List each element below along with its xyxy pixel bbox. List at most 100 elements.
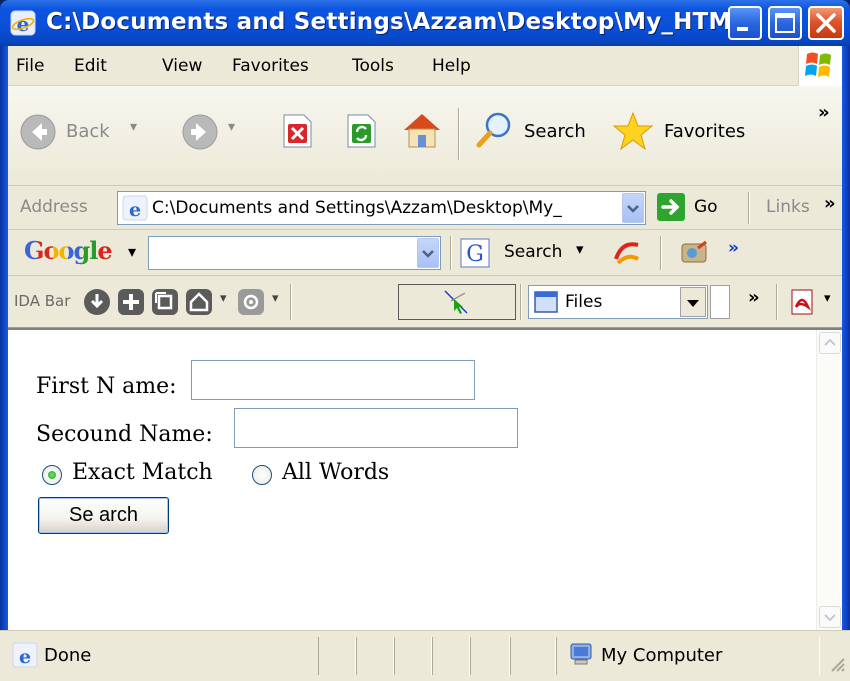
address-label: Address xyxy=(20,197,88,217)
menu-tools[interactable]: Tools xyxy=(352,56,394,76)
stop-icon xyxy=(283,114,312,148)
close-icon xyxy=(816,13,836,33)
ida-toolbar: IDA Bar ▾ ▾ Files » ▾ xyxy=(8,276,842,328)
toolbar-chevron-icon[interactable]: » xyxy=(818,102,830,123)
ida-settings-button[interactable] xyxy=(238,289,264,315)
windows-icon xyxy=(155,292,173,310)
status-text: Done xyxy=(44,645,92,666)
menu-view[interactable]: View xyxy=(162,56,202,76)
menu-edit[interactable]: Edit xyxy=(74,56,107,76)
stop-button[interactable] xyxy=(278,112,318,152)
links-label[interactable]: Links xyxy=(766,197,810,217)
google-logo-text: Google xyxy=(24,236,113,265)
ida-add-button[interactable] xyxy=(118,289,144,315)
scroll-down-button[interactable] xyxy=(819,606,841,628)
google-search-dropdown-icon[interactable]: ▾ xyxy=(576,240,584,258)
google-input-dropdown-button[interactable] xyxy=(417,238,439,268)
back-arrow-icon xyxy=(20,114,56,150)
address-dropdown-button[interactable] xyxy=(622,193,644,223)
home-button[interactable] xyxy=(400,110,446,154)
menu-help[interactable]: Help xyxy=(432,56,471,76)
chevron-up-icon xyxy=(824,338,836,346)
address-input[interactable]: e C:\Documents and Settings\Azzam\Deskto… xyxy=(117,191,646,225)
favorites-button[interactable]: Favorites xyxy=(612,108,772,156)
menu-favorites[interactable]: Favorites xyxy=(232,56,309,76)
exact-match-radio[interactable] xyxy=(42,465,62,485)
first-name-input[interactable] xyxy=(191,360,475,400)
ida-windows-button[interactable] xyxy=(152,289,178,315)
menu-bar: File Edit View Favorites Tools Help xyxy=(8,46,842,86)
google-search-label: Search xyxy=(504,242,563,262)
options-icon[interactable] xyxy=(678,238,712,272)
second-name-input[interactable] xyxy=(234,408,518,448)
search-submit-button[interactable]: Se arch xyxy=(38,497,169,534)
ida-home-dropdown-icon[interactable]: ▾ xyxy=(220,291,227,306)
back-button[interactable]: Back ▾ xyxy=(18,110,168,154)
vertical-scrollbar[interactable] xyxy=(816,330,842,630)
status-cell xyxy=(432,637,470,675)
home-icon xyxy=(189,292,209,312)
files-select[interactable]: Files xyxy=(528,285,708,319)
chevron-down-icon xyxy=(627,205,639,213)
ida-download-button[interactable] xyxy=(84,289,110,315)
favorites-label: Favorites xyxy=(664,121,746,142)
minimize-button[interactable] xyxy=(728,6,762,40)
ida-home-button[interactable] xyxy=(186,289,212,315)
resize-grip-icon[interactable] xyxy=(826,653,846,677)
all-words-label: All Words xyxy=(282,460,390,485)
status-cell xyxy=(510,637,556,675)
files-dropdown-button[interactable] xyxy=(680,287,706,317)
google-menu-dropdown-icon[interactable]: ▾ xyxy=(128,242,136,261)
go-button[interactable]: Go xyxy=(656,192,736,224)
second-name-label: Secound Name: xyxy=(36,422,213,447)
window-title: C:\Documents and Settings\Azzam\Desktop\… xyxy=(46,9,759,35)
all-words-radio[interactable] xyxy=(252,465,272,485)
my-computer-icon xyxy=(567,641,595,673)
status-bar: e Done My Computer xyxy=(0,630,850,681)
ida-bar-label: IDA Bar xyxy=(14,292,71,310)
star-icon xyxy=(612,111,654,151)
go-label: Go xyxy=(694,197,718,217)
google-chevron-icon[interactable]: » xyxy=(728,238,739,258)
pdf-icon[interactable] xyxy=(788,287,818,321)
ida-cursor-button[interactable] xyxy=(398,284,516,320)
svg-text:e: e xyxy=(19,646,31,668)
google-search-input[interactable] xyxy=(148,236,441,270)
forward-button[interactable]: ▾ xyxy=(180,110,250,154)
google-toolbar: Google ▾ G Search ▾ » xyxy=(8,230,842,276)
first-name-label: First N ame: xyxy=(36,374,177,399)
address-separator xyxy=(748,192,750,224)
address-value: C:\Documents and Settings\Azzam\Desktop\… xyxy=(152,198,562,218)
maximize-button[interactable] xyxy=(768,6,802,40)
menu-file[interactable]: File xyxy=(16,56,44,76)
svg-text:e: e xyxy=(17,12,30,36)
plus-icon xyxy=(123,294,139,310)
window-frame-left xyxy=(0,46,8,630)
links-chevron-icon[interactable]: » xyxy=(824,193,836,214)
pdf-dropdown-icon[interactable]: ▾ xyxy=(824,291,831,306)
minimize-icon xyxy=(737,27,748,31)
internet-explorer-icon: e xyxy=(10,10,36,40)
pagerank-icon[interactable] xyxy=(612,239,642,271)
google-logo[interactable]: Google xyxy=(24,236,113,265)
ida-chevron-icon[interactable]: » xyxy=(748,287,760,308)
forward-dropdown-icon[interactable]: ▾ xyxy=(228,119,235,135)
svg-text:G: G xyxy=(466,242,484,267)
status-cell xyxy=(356,637,394,675)
ida-blank-field[interactable] xyxy=(710,285,730,319)
scroll-up-button[interactable] xyxy=(819,332,841,354)
title-bar[interactable]: e C:\Documents and Settings\Azzam\Deskto… xyxy=(0,0,850,46)
google-separator-2 xyxy=(660,236,662,270)
refresh-icon xyxy=(347,114,376,148)
status-cell xyxy=(470,637,510,675)
search-button[interactable]: Search xyxy=(474,108,598,156)
google-search-button[interactable]: G Search ▾ xyxy=(460,236,590,270)
close-button[interactable] xyxy=(808,6,844,40)
window-icon xyxy=(534,291,558,313)
ida-settings-dropdown-icon[interactable]: ▾ xyxy=(272,291,279,306)
address-bar: Address e C:\Documents and Settings\Azza… xyxy=(8,186,842,230)
toolbar-separator xyxy=(458,108,460,160)
refresh-button[interactable] xyxy=(342,112,382,152)
back-dropdown-icon[interactable]: ▾ xyxy=(130,119,137,135)
google-separator xyxy=(450,236,452,270)
